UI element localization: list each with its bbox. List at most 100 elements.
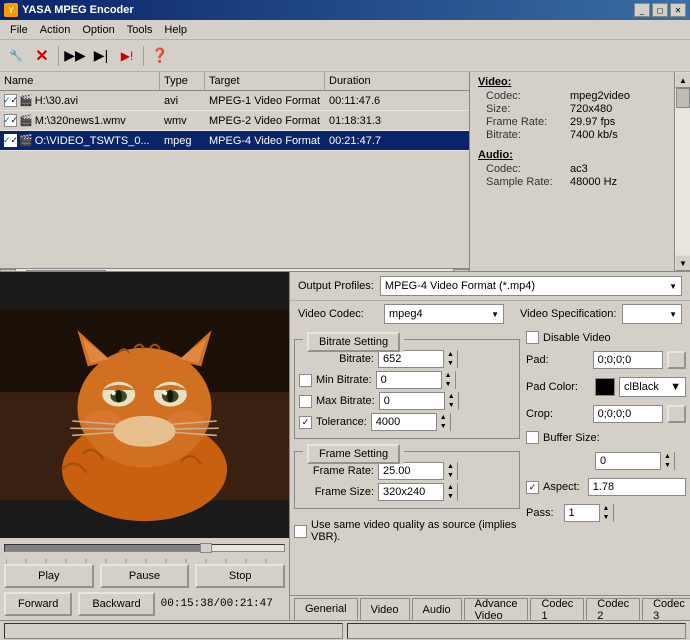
tolerance-spin-buttons[interactable]: ▲ ▼ xyxy=(436,413,450,431)
col-header-duration[interactable]: Duration xyxy=(325,72,405,90)
toolbar-help-button[interactable]: ❓ xyxy=(148,44,172,68)
framesize-spin-up[interactable]: ▲ xyxy=(444,483,457,492)
toolbar-settings-button[interactable]: 🔧 xyxy=(4,44,28,68)
vscroll-thumb[interactable] xyxy=(676,88,690,108)
col-header-type[interactable]: Type xyxy=(160,72,205,90)
menu-help[interactable]: Help xyxy=(158,22,193,38)
pad-input[interactable] xyxy=(593,351,663,369)
tab-codec3[interactable]: Codec 3 xyxy=(642,598,690,620)
framesize-spin-buttons[interactable]: ▲ ▼ xyxy=(443,483,457,501)
buffer-size-spin-up[interactable]: ▲ xyxy=(661,452,674,461)
vscroll-down-button[interactable]: ▼ xyxy=(675,255,690,271)
pause-button[interactable]: Pause xyxy=(100,564,190,588)
tab-codec1[interactable]: Codec 1 xyxy=(530,598,584,620)
stop-button[interactable]: Stop xyxy=(195,564,285,588)
pass-spin-up[interactable]: ▲ xyxy=(600,504,613,513)
file-list-hscrollbar[interactable]: ◀ ▶ xyxy=(0,268,469,271)
tab-advance-video[interactable]: Advance Video xyxy=(464,598,529,620)
progress-bar[interactable] xyxy=(4,544,285,552)
pass-spin-down[interactable]: ▼ xyxy=(600,513,613,522)
bitrate-spin-up[interactable]: ▲ xyxy=(444,350,457,359)
restore-button[interactable]: ◻ xyxy=(652,3,668,17)
max-bitrate-checkbox[interactable] xyxy=(299,395,312,408)
framerate-spin-up[interactable]: ▲ xyxy=(444,462,457,471)
bitrate-spin-buttons[interactable]: ▲ ▼ xyxy=(443,350,457,368)
tab-generial[interactable]: Generial xyxy=(294,598,358,620)
bitrate-setting-button[interactable]: Bitrate Setting xyxy=(307,332,400,352)
file-checkbox-3[interactable]: ✓ xyxy=(4,134,17,147)
min-bitrate-spin-buttons[interactable]: ▲ ▼ xyxy=(441,371,455,389)
max-bitrate-spin-down[interactable]: ▼ xyxy=(445,401,458,410)
aspect-input[interactable] xyxy=(588,478,686,496)
hscroll-left-button[interactable]: ◀ xyxy=(0,269,16,272)
vscroll-track[interactable] xyxy=(675,88,690,255)
toolbar-encode1-button[interactable]: ▶▶ xyxy=(63,44,87,68)
toolbar-delete-button[interactable]: ✕ xyxy=(30,44,54,68)
framerate-spinput[interactable]: 25.00 ▲ ▼ xyxy=(378,462,458,480)
buffer-size-spin-buttons[interactable]: ▲ ▼ xyxy=(660,452,674,470)
minimize-button[interactable]: _ xyxy=(634,3,650,17)
framerate-spin-buttons[interactable]: ▲ ▼ xyxy=(443,462,457,480)
frame-setting-button[interactable]: Frame Setting xyxy=(307,444,400,464)
menu-file[interactable]: File xyxy=(4,22,34,38)
titlebar-controls[interactable]: _ ◻ ✕ xyxy=(634,3,686,17)
framerate-spin-down[interactable]: ▼ xyxy=(444,471,457,480)
close-button[interactable]: ✕ xyxy=(670,3,686,17)
tolerance-checkbox[interactable] xyxy=(299,416,312,429)
toolbar-encode2-button[interactable]: ▶| xyxy=(89,44,113,68)
min-bitrate-spin-up[interactable]: ▲ xyxy=(442,371,455,380)
video-spec-select[interactable]: ▼ xyxy=(622,304,682,324)
col-header-name[interactable]: Name xyxy=(0,72,160,90)
min-bitrate-checkbox[interactable] xyxy=(299,374,312,387)
min-bitrate-spinput[interactable]: 0 ▲ ▼ xyxy=(376,371,456,389)
tab-audio[interactable]: Audio xyxy=(412,598,462,620)
video-codec-select[interactable]: mpeg4 ▼ xyxy=(384,304,504,324)
vscroll-up-button[interactable]: ▲ xyxy=(675,72,690,88)
tab-video[interactable]: Video xyxy=(360,598,410,620)
crop-input[interactable] xyxy=(593,405,663,423)
tolerance-spin-up[interactable]: ▲ xyxy=(437,413,450,422)
pad-color-select[interactable]: clBlack ▼ xyxy=(619,377,686,397)
buffer-size-spin-down[interactable]: ▼ xyxy=(661,461,674,470)
play-button[interactable]: Play xyxy=(4,564,94,588)
file-checkbox-2[interactable]: ✓ xyxy=(4,114,17,127)
aspect-checkbox[interactable] xyxy=(526,481,539,494)
file-checkbox-1[interactable]: ✓ xyxy=(4,94,17,107)
min-bitrate-spin-down[interactable]: ▼ xyxy=(442,380,455,389)
max-bitrate-spin-buttons[interactable]: ▲ ▼ xyxy=(444,392,458,410)
table-row[interactable]: ✓ 🎬 O:\VIDEO_TSWTS_0... mpeg MPEG-4 Vide… xyxy=(0,131,469,151)
table-row[interactable]: ✓ 🎬 H:\30.avi avi MPEG-1 Video Format 00… xyxy=(0,91,469,111)
bitrate-spin-down[interactable]: ▼ xyxy=(444,359,457,368)
progress-thumb[interactable] xyxy=(200,543,212,553)
disable-video-checkbox[interactable] xyxy=(526,331,539,344)
table-row[interactable]: ✓ 🎬 M:\320news1.wmv wmv MPEG-2 Video For… xyxy=(0,111,469,131)
pass-spin-buttons[interactable]: ▲ ▼ xyxy=(599,504,613,522)
pad-color-swatch[interactable] xyxy=(595,378,615,396)
bitrate-spinput[interactable]: 652 ▲ ▼ xyxy=(378,350,458,368)
tab-codec2[interactable]: Codec 2 xyxy=(586,598,640,620)
pass-spinput[interactable]: 1 ▲ ▼ xyxy=(564,504,614,522)
vbr-checkbox[interactable] xyxy=(294,525,307,538)
toolbar-encode3-button[interactable]: ▶! xyxy=(115,44,139,68)
backward-button[interactable]: Backward xyxy=(78,592,154,616)
max-bitrate-spin-up[interactable]: ▲ xyxy=(445,392,458,401)
col-header-target[interactable]: Target xyxy=(205,72,325,90)
hscroll-track[interactable] xyxy=(16,269,453,272)
framesize-spin-down[interactable]: ▼ xyxy=(444,492,457,501)
tolerance-spinput[interactable]: 4000 ▲ ▼ xyxy=(371,413,451,431)
buffer-size-checkbox[interactable] xyxy=(526,431,539,444)
menu-option[interactable]: Option xyxy=(76,22,120,38)
pad-button[interactable] xyxy=(667,351,686,369)
menu-tools[interactable]: Tools xyxy=(121,22,159,38)
hscroll-right-button[interactable]: ▶ xyxy=(453,269,469,272)
tolerance-spin-down[interactable]: ▼ xyxy=(437,422,450,431)
profiles-select[interactable]: MPEG-4 Video Format (*.mp4) ▼ xyxy=(380,276,682,296)
crop-button[interactable] xyxy=(667,405,686,423)
forward-button[interactable]: Forward xyxy=(4,592,72,616)
menu-action[interactable]: Action xyxy=(34,22,77,38)
hscroll-thumb[interactable] xyxy=(26,270,106,272)
framesize-spinput[interactable]: 320x240 ▲ ▼ xyxy=(378,483,458,501)
video-info-vscrollbar[interactable]: ▲ ▼ xyxy=(674,72,690,271)
max-bitrate-spinput[interactable]: 0 ▲ ▼ xyxy=(379,392,459,410)
buffer-size-spinput[interactable]: 0 ▲ ▼ xyxy=(595,452,675,470)
